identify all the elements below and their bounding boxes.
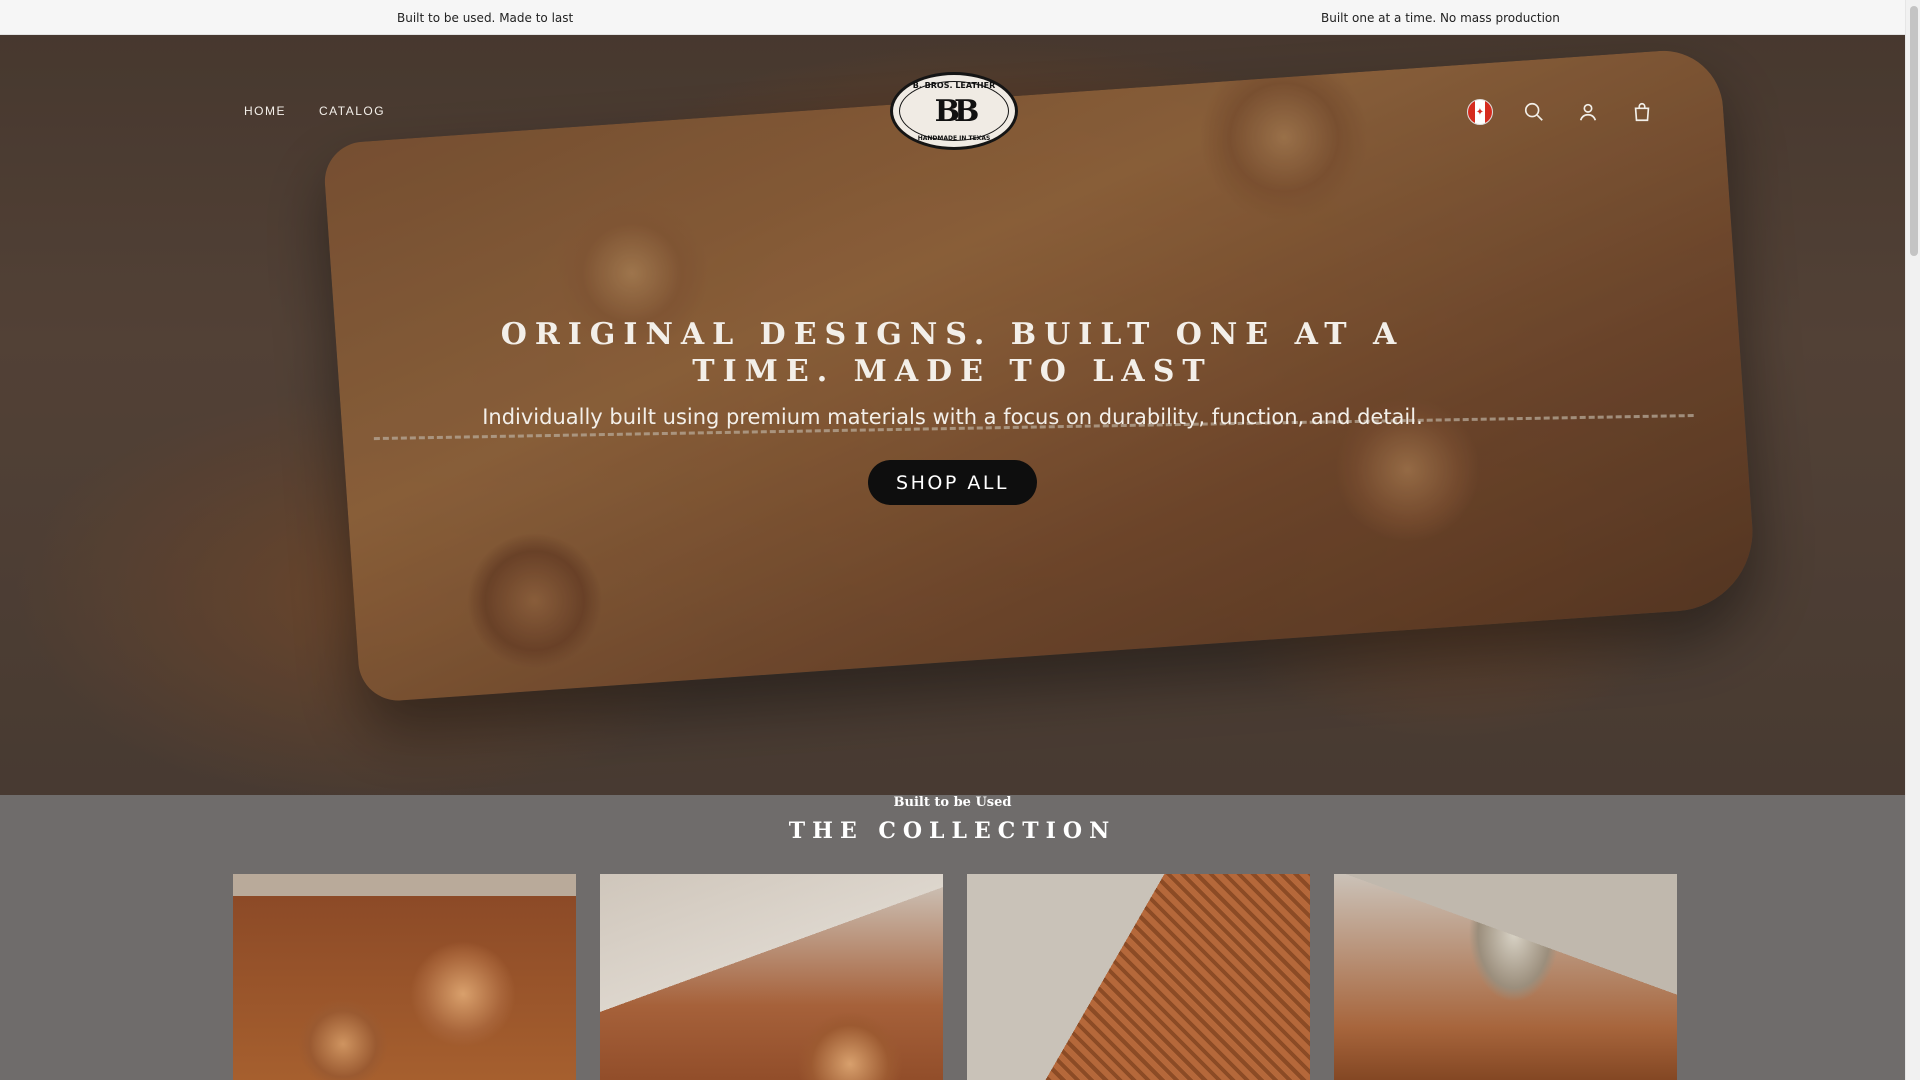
country-selector[interactable]: ✦ <box>1467 99 1493 125</box>
collection-card-4[interactable] <box>1334 874 1677 1080</box>
account-button[interactable] <box>1575 99 1601 125</box>
cart-button[interactable] <box>1629 99 1655 125</box>
scrollbar-thumb[interactable] <box>1910 6 1918 256</box>
main-nav: HOME CATALOG <box>244 104 385 118</box>
collection-card-3[interactable] <box>967 874 1310 1080</box>
logo-bottom-text: HANDMADE IN TEXAS <box>917 135 991 142</box>
announcement-left: Built to be used. Made to last <box>397 11 574 25</box>
canada-flag-icon: ✦ <box>1467 99 1493 125</box>
shop-all-button[interactable]: SHOP ALL <box>868 460 1037 505</box>
page-scrollbar[interactable] <box>1905 0 1920 1080</box>
hero-subtitle: Individually built using premium materia… <box>482 405 1423 429</box>
logo-top-text: B. BROS. LEATHER <box>912 81 996 90</box>
search-button[interactable] <box>1521 99 1547 125</box>
hero-title: ORIGINAL DESIGNS. BUILT ONE AT A TIME. M… <box>500 317 1405 389</box>
nav-home[interactable]: HOME <box>244 104 286 118</box>
brand-logo[interactable]: B. BROS. LEATHER BB HANDMADE IN TEXAS <box>890 72 1018 150</box>
header-actions: ✦ <box>1467 99 1655 125</box>
nav-catalog[interactable]: CATALOG <box>319 104 385 118</box>
collection-card-1[interactable] <box>233 874 576 1080</box>
collection-grid <box>233 874 1677 1080</box>
collection-title: THE COLLECTION <box>788 818 1117 844</box>
collection-card-2[interactable] <box>600 874 943 1080</box>
cart-bag-icon <box>1634 102 1650 122</box>
announcement-right: Built one at a time. No mass production <box>1321 11 1560 25</box>
search-icon <box>1524 102 1543 121</box>
logo-mark: BB <box>934 93 980 129</box>
announcement-bar: Built to be used. Made to last Built one… <box>0 0 1905 35</box>
collection-eyebrow: Built to be Used <box>893 795 1012 810</box>
account-icon <box>1579 103 1597 121</box>
